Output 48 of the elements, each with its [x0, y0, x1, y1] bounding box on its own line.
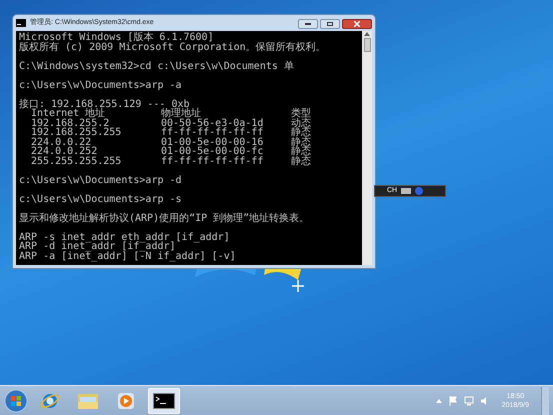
scrollbar[interactable] [362, 31, 372, 265]
close-icon [354, 21, 360, 27]
console-line: ARP -a [inet_addr] [-N if_addr] [-v] [19, 252, 237, 261]
table-cell-text: 01-00-5e-00-00-fc [161, 147, 264, 156]
scroll-thumb[interactable] [364, 38, 370, 52]
start-orb-icon[interactable] [4, 388, 28, 412]
table-cell-text: 00-50-56-e3-0a-1d [161, 118, 264, 128]
table-cell-text: 01-00-5e-00-00-16 [161, 138, 264, 147]
table-cell-text: 224.0.0.252 [31, 147, 98, 156]
maximize-button[interactable] [320, 19, 340, 29]
console-line: c:\Users\w\Documents>arp -a [19, 80, 183, 90]
console-line: 版权所有 (c) 2009 Microsoft Corporation。保留所有权利。 [19, 42, 327, 52]
table-cell-text: 192.168.255.2 [31, 118, 110, 128]
close-button[interactable] [342, 19, 372, 29]
column-header: 类型 [291, 109, 312, 118]
column-header: Internet 地址 [31, 109, 106, 118]
help-icon [415, 187, 424, 195]
table-cell-text: 动态 [291, 118, 312, 128]
move-cursor-icon [292, 280, 304, 292]
table-cell-text: 255.255.255.255 [31, 156, 122, 166]
chevron-up-icon[interactable] [436, 398, 442, 402]
terminal-icon [16, 19, 26, 27]
table-cell-text: ff-ff-ff-ff-ff-ff [161, 156, 264, 166]
table-cell-text: 224.0.0.22 [31, 138, 92, 147]
console-line: Microsoft Windows [版本 6.1.7600] [19, 33, 214, 42]
console-line: C:\Windows\system32>cd c:\Users\w\Documents 单 [19, 62, 295, 71]
scroll-up-icon[interactable] [364, 32, 370, 36]
flag-icon[interactable] [448, 396, 458, 406]
network-icon[interactable] [464, 396, 474, 406]
table-cell-text: 静态 [291, 156, 312, 166]
console-line: 接口: 192.168.255.129 --- 0xb [19, 100, 190, 109]
console-line: c:\Users\w\Documents>arp -s [19, 194, 183, 204]
table-cell-text: 静态 [291, 138, 312, 147]
play-icon [116, 390, 136, 410]
table-cell-text: 静态 [291, 128, 312, 138]
console-line: 显示和修改地址解析协议(ARP)使用的“IP 到物理”地址转换表。 [19, 214, 310, 223]
console-line: c:\Users\w\Documents>arp -d [19, 176, 183, 185]
column-header: 物理地址 [161, 109, 201, 118]
table-cell-text: 静态 [291, 147, 312, 156]
table-cell-text: 192.168.255.255 [31, 128, 122, 138]
console-line: ARP -d inet_addr [if_addr] [19, 242, 176, 252]
keyboard-icon [401, 188, 412, 194]
console-line: ARP -s inet_addr eth_addr [if_addr] [19, 232, 231, 242]
table-cell-text: ff-ff-ff-ff-ff-ff [161, 128, 264, 138]
taskbar-button[interactable] [148, 388, 180, 414]
show-desktop-button[interactable] [541, 386, 549, 414]
terminal-icon [153, 392, 175, 408]
minimize-button[interactable] [298, 19, 318, 29]
